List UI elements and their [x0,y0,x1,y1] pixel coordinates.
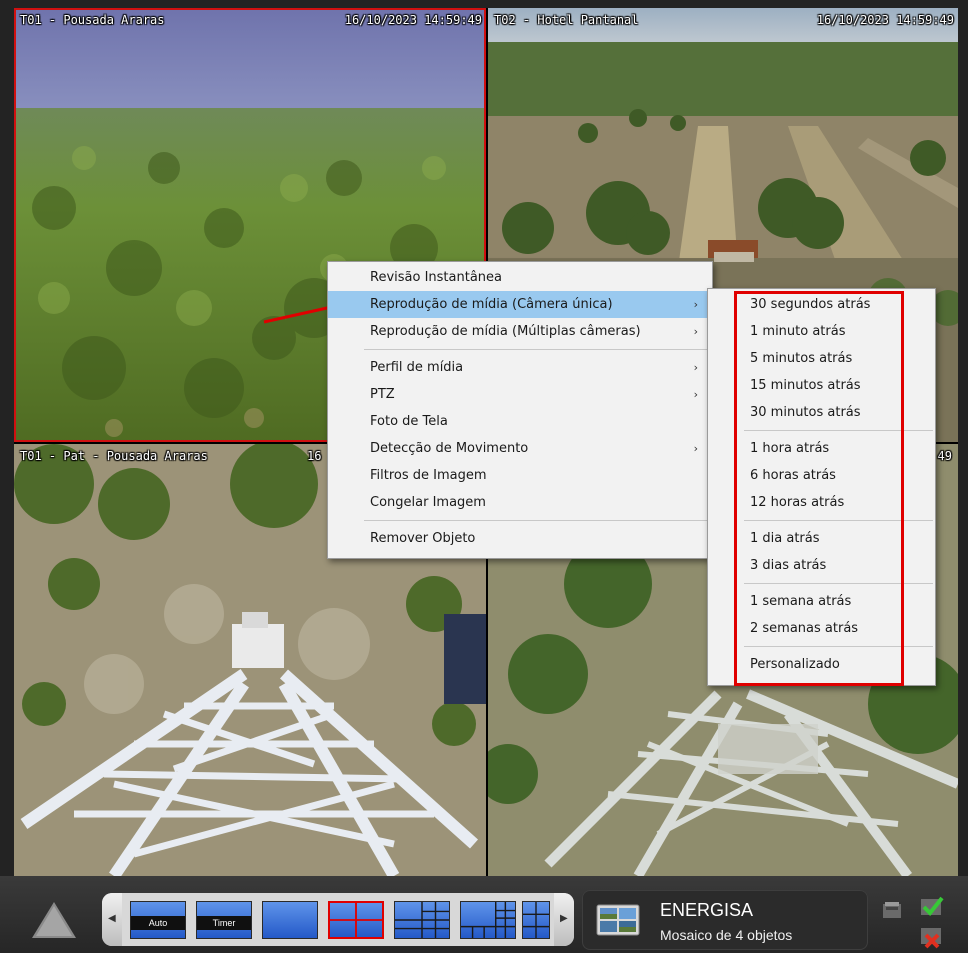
menu-item-label: 1 hora atrás [750,441,830,456]
menu-item-label: 1 dia atrás [750,531,820,546]
menu-separator [744,430,933,431]
menu-item-ptz[interactable]: PTZ › [328,381,712,408]
submenu-item-30-minutes[interactable]: 30 minutos atrás [708,399,935,426]
chevron-left-icon: ◀ [108,913,116,924]
submenu-item-1-minute[interactable]: 1 minuto atrás [708,318,935,345]
triangle-up-icon[interactable] [30,900,78,940]
submenu-item-custom[interactable]: Personalizado [708,651,935,678]
submenu-item-6-hours[interactable]: 6 horas atrás [708,462,935,489]
submenu-item-30-seconds[interactable]: 30 segundos atrás [708,291,935,318]
menu-item-freeze-image[interactable]: Congelar Imagem [328,489,712,516]
submenu-item-2-weeks[interactable]: 2 semanas atrás [708,615,935,642]
layout-scroll-right-button[interactable]: ▶ [554,893,574,946]
menu-item-remove-object[interactable]: Remover Objeto [328,525,712,552]
menu-separator [744,520,933,521]
layout-1x1-button[interactable] [262,901,318,939]
menu-item-image-filters[interactable]: Filtros de Imagem [328,462,712,489]
chevron-right-icon: › [693,442,698,455]
menu-item-label: Reprodução de mídia (Múltiplas câmeras) [370,324,641,339]
menu-item-label: Reprodução de mídia (Câmera única) [370,297,613,312]
menu-item-label: 6 horas atrás [750,468,836,483]
menu-item-playback-single-camera[interactable]: Reprodução de mídia (Câmera única) › [328,291,712,318]
menu-item-label: Filtros de Imagem [370,468,487,483]
menu-item-label: Perfil de mídia [370,360,464,375]
layout-1plus5-button[interactable] [394,901,450,939]
menu-item-playback-multiple-cameras[interactable]: Reprodução de mídia (Múltiplas câmeras) › [328,318,712,345]
close-icon[interactable] [920,925,944,949]
submenu-item-15-minutes[interactable]: 15 minutos atrás [708,372,935,399]
submenu-item-12-hours[interactable]: 12 horas atrás [708,489,935,516]
layout-1plus7-button[interactable] [460,901,516,939]
menu-separator [364,520,710,521]
site-info-panel[interactable]: ENERGISA Mosaico de 4 objetos [582,890,868,950]
camera-timestamp: 49 [937,449,952,463]
menu-item-label: 2 semanas atrás [750,621,859,636]
layout-timer-button[interactable]: Timer [196,901,252,939]
camera-timestamp: 16/10/2023 14:59:49 [344,13,482,27]
playback-time-submenu: 30 segundos atrás 1 minuto atrás 5 minut… [707,288,936,686]
site-name: ENERGISA [660,900,754,920]
menu-item-label: 1 semana atrás [750,594,852,609]
menu-item-label: Revisão Instantânea [370,270,502,285]
context-menu: Revisão Instantânea Reprodução de mídia … [327,261,713,559]
menu-item-motion-detection[interactable]: Detecção de Movimento › [328,435,712,462]
menu-item-media-profile[interactable]: Perfil de mídia › [328,354,712,381]
menu-item-label: PTZ [370,387,395,402]
layout-auto-button[interactable]: Auto [130,901,186,939]
menu-item-label: Congelar Imagem [370,495,486,510]
submenu-item-5-minutes[interactable]: 5 minutos atrás [708,345,935,372]
camera-name: T01 - Pat - Pousada Araras [20,449,208,463]
camera-timestamp: 16/10/2023 14:59:49 [816,13,954,27]
menu-item-label: 15 minutos atrás [750,378,861,393]
menu-separator [744,646,933,647]
menu-separator [364,349,710,350]
menu-item-instant-review[interactable]: Revisão Instantânea [328,264,712,291]
menu-item-label: 1 minuto atrás [750,324,846,339]
submenu-item-1-week[interactable]: 1 semana atrás [708,588,935,615]
menu-item-label: Remover Objeto [370,531,476,546]
grid-1plus5-icon [395,902,449,938]
menu-item-label: 5 minutos atrás [750,351,853,366]
checkmark-icon[interactable] [920,894,944,918]
mosaic-icon [596,904,640,936]
mosaic-description: Mosaico de 4 objetos [660,927,793,943]
grid-1plus7-icon [461,902,515,938]
layout-scroll-left-button[interactable]: ◀ [102,893,122,946]
menu-item-label: Personalizado [750,657,840,672]
camera-name: T01 - Pousada Araras [20,13,165,27]
chevron-right-icon: › [693,298,698,311]
layout-auto-label: Auto [131,916,185,930]
camera-name: T02 - Hotel Pantanal [494,13,639,27]
submenu-item-1-day[interactable]: 1 dia atrás [708,525,935,552]
grid-2x2-icon [330,903,382,937]
menu-item-label: 30 minutos atrás [750,405,861,420]
menu-item-label: 12 horas atrás [750,495,845,510]
grid-icon [523,902,549,938]
layout-selector: ◀ Auto Timer ▶ [102,893,574,946]
chevron-right-icon: › [693,325,698,338]
menu-item-label: Foto de Tela [370,414,448,429]
menu-separator [744,583,933,584]
app-window: T01 - Pousada Araras 16/10/2023 14:59:49 [0,0,968,953]
menu-item-label: 3 dias atrás [750,558,827,573]
submenu-item-1-hour[interactable]: 1 hora atrás [708,435,935,462]
menu-item-snapshot[interactable]: Foto de Tela [328,408,712,435]
chevron-right-icon: ▶ [560,913,568,924]
device-icon[interactable] [880,898,904,922]
menu-item-label: 30 segundos atrás [750,297,871,312]
layout-2x2-button[interactable] [328,901,384,939]
layout-timer-label: Timer [197,916,251,930]
menu-item-label: Detecção de Movimento [370,441,529,456]
layout-grid-button[interactable] [522,901,550,939]
chevron-right-icon: › [693,361,698,374]
submenu-item-3-days[interactable]: 3 dias atrás [708,552,935,579]
chevron-right-icon: › [693,388,698,401]
camera-timestamp: 16 [307,449,322,463]
